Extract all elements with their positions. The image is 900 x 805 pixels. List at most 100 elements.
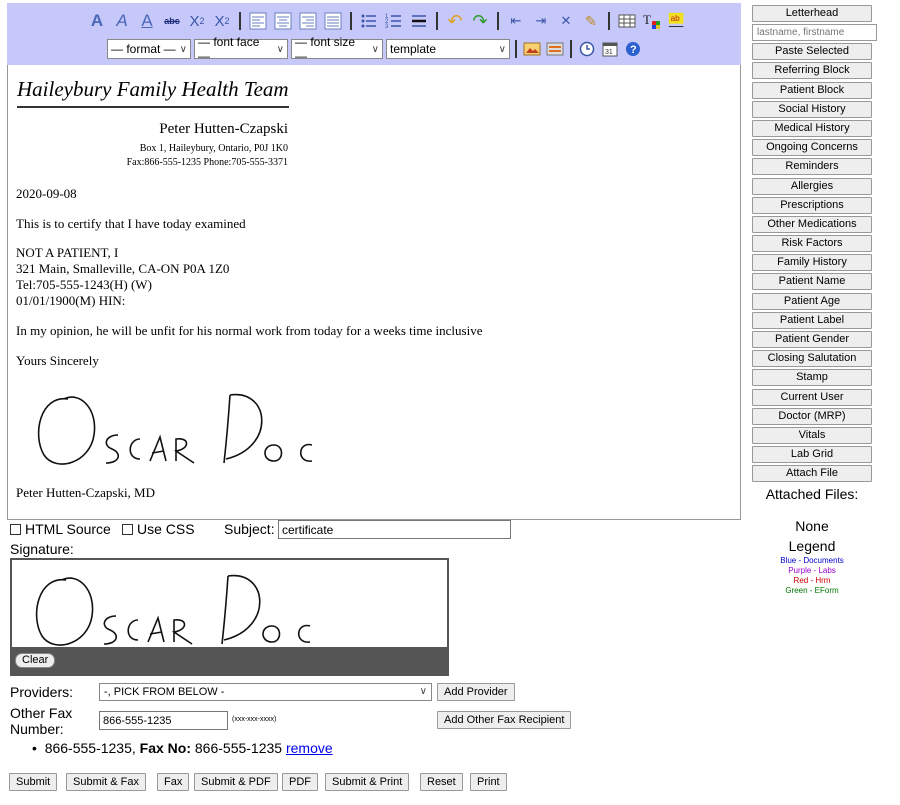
stamp-button[interactable]: Stamp (752, 369, 872, 387)
insert-panel: Letterhead Paste Selected Referring Bloc… (752, 5, 877, 485)
medical-history-button[interactable]: Medical History (752, 119, 872, 137)
undo-icon[interactable]: ↶ (445, 11, 465, 31)
legend-label: Legend (788, 538, 836, 554)
other-fax-label-line2: Number: (10, 721, 64, 737)
special-chars-icon[interactable] (545, 39, 565, 59)
chevron-down-icon: ∨ (276, 43, 284, 55)
fax-button[interactable]: Fax (157, 773, 190, 791)
redo-icon[interactable]: ↷ (470, 11, 490, 31)
social-history-button[interactable]: Social History (752, 100, 872, 118)
subject-input[interactable] (278, 520, 511, 539)
referring-block-button[interactable]: Referring Block (752, 62, 872, 80)
html-source-option[interactable]: HTML Source (10, 521, 111, 537)
font-bold-icon[interactable]: A (87, 11, 107, 31)
patient-age-button[interactable]: Patient Age (752, 292, 872, 310)
paste-selected-button[interactable]: Paste Selected (752, 43, 872, 61)
attach-file-button[interactable]: Attach File (752, 465, 872, 483)
subscript-icon[interactable]: X2 (187, 11, 207, 31)
lab-grid-button[interactable]: Lab Grid (752, 446, 872, 464)
patient-label-button[interactable]: Patient Label (752, 311, 872, 329)
clear-signature-button[interactable]: Clear (15, 653, 56, 668)
patient-search-input[interactable] (752, 24, 877, 42)
toolbar-row-formatting: A A A abc X2 X2 123 ↶ ↷ ⇤ ⇥ ✕ ✎ T ab (87, 9, 687, 33)
clinic-title: Haileybury Family Health Team (17, 77, 289, 101)
family-history-button[interactable]: Family History (752, 254, 872, 272)
closing-salutation-button[interactable]: Closing Salutation (752, 350, 872, 368)
strikethrough-icon[interactable]: abc (162, 11, 182, 31)
patient-name-button[interactable]: Patient Name (752, 273, 872, 291)
submit-button[interactable]: Submit (9, 773, 58, 791)
font-size-select-value: — font size — (295, 35, 356, 63)
doctor-mrp-button[interactable]: Doctor (MRP) (752, 407, 872, 425)
legend-list: Blue - Documents Purple - Labs Red - Hrm… (752, 556, 872, 596)
patient-dob-hin: 01/01/1900(M) HIN: (16, 293, 126, 308)
outdent-icon[interactable]: ⇤ (506, 11, 526, 31)
print-button[interactable]: Print (470, 773, 507, 791)
table-icon[interactable] (617, 11, 637, 31)
letter-intro: This is to certify that I have today exa… (16, 216, 246, 231)
font-italic-icon[interactable]: A (112, 11, 132, 31)
font-face-select[interactable]: — font face — ∨ (194, 35, 288, 63)
justify-full-icon[interactable] (323, 11, 343, 31)
calendar-icon[interactable]: 31 (600, 39, 620, 59)
other-fax-hint: (xxx-xxx-xxxx) (232, 716, 277, 723)
doctor-address: Box 1, Haileybury, Ontario, P0J 1K0 (139, 143, 288, 154)
underline-icon[interactable]: A (137, 11, 157, 31)
horizontal-rule-icon[interactable] (409, 11, 429, 31)
superscript-icon[interactable]: X2 (212, 11, 232, 31)
current-user-button[interactable]: Current User (752, 388, 872, 406)
other-medications-button[interactable]: Other Medications (752, 215, 872, 233)
signature-pad-drawing (35, 574, 311, 646)
submit-pdf-button[interactable]: Submit & PDF (194, 773, 278, 791)
submit-print-button[interactable]: Submit & Print (325, 773, 410, 791)
format-select[interactable]: — format — ∨ (107, 39, 191, 59)
add-provider-button[interactable]: Add Provider (437, 683, 515, 701)
vitals-button[interactable]: Vitals (752, 426, 872, 444)
use-css-option[interactable]: Use CSS (122, 521, 195, 537)
other-fax-label: Other Fax Number: (10, 705, 72, 737)
numbered-list-icon[interactable]: 123 (384, 11, 404, 31)
patient-block-button[interactable]: Patient Block (752, 81, 872, 99)
allergies-button[interactable]: Allergies (752, 177, 872, 195)
signature-label: Signature: (10, 541, 74, 557)
template-select[interactable]: template ∨ (386, 39, 510, 59)
pdf-button[interactable]: PDF (282, 773, 318, 791)
submit-fax-button[interactable]: Submit & Fax (66, 773, 147, 791)
legend-item-hrm: Red - Hrm (793, 576, 831, 585)
bulleted-list-icon[interactable] (359, 11, 379, 31)
insert-image-icon[interactable] (522, 39, 542, 59)
patient-tel: Tel:705-555-1243(H) (W) (16, 277, 152, 292)
highlight-color-icon[interactable]: ab (667, 11, 687, 31)
indent-icon[interactable]: ⇥ (531, 11, 551, 31)
letterhead-rule (17, 106, 289, 108)
letterhead-button[interactable]: Letterhead (752, 5, 872, 22)
use-css-checkbox[interactable] (122, 524, 133, 535)
justify-center-icon[interactable] (273, 11, 293, 31)
signature-pad[interactable]: Clear (10, 558, 449, 676)
reset-button[interactable]: Reset (420, 773, 463, 791)
doctor-name: Peter Hutten-Czapski (159, 121, 288, 137)
other-fax-input[interactable] (99, 711, 228, 730)
justify-left-icon[interactable] (248, 11, 268, 31)
prescriptions-button[interactable]: Prescriptions (752, 196, 872, 214)
clear-format-icon[interactable]: ✕ (556, 11, 576, 31)
doctor-contact: Fax:866-555-1235 Phone:705-555-3371 (126, 157, 288, 168)
justify-right-icon[interactable] (298, 11, 318, 31)
clock-icon[interactable] (577, 39, 597, 59)
reminders-button[interactable]: Reminders (752, 158, 872, 176)
add-other-fax-button[interactable]: Add Other Fax Recipient (437, 711, 572, 729)
patient-gender-button[interactable]: Patient Gender (752, 331, 872, 348)
html-source-checkbox[interactable] (10, 524, 21, 535)
letter-editor[interactable]: Haileybury Family Health Team Peter Hutt… (7, 65, 741, 520)
remove-fax-link[interactable]: remove (286, 740, 333, 756)
font-size-select[interactable]: — font size — ∨ (291, 35, 383, 63)
chevron-down-icon: ∨ (371, 43, 379, 55)
fax-recipient-number: 866-555-1235, (44, 740, 136, 756)
eyedropper-icon[interactable]: ✎ (581, 11, 601, 31)
help-icon[interactable]: ? (623, 39, 643, 59)
risk-factors-button[interactable]: Risk Factors (752, 235, 872, 253)
letter-signature-image (37, 393, 313, 465)
providers-select[interactable]: -, PICK FROM BELOW - ∨ (99, 683, 432, 701)
ongoing-concerns-button[interactable]: Ongoing Concerns (752, 139, 872, 157)
text-color-icon[interactable]: T (642, 11, 662, 31)
